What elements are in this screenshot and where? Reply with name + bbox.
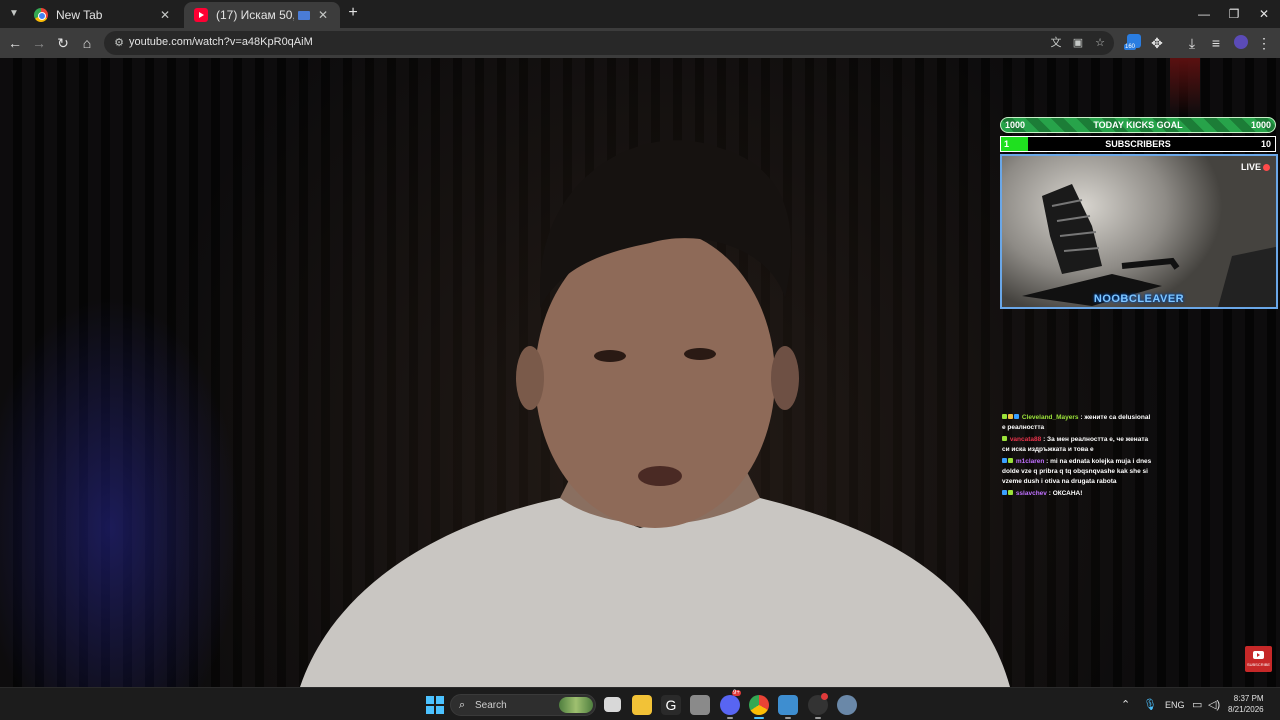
webcam-overlay: LIVE NOOBCLEAVER bbox=[1000, 154, 1278, 309]
steam-icon[interactable] bbox=[808, 693, 828, 715]
media-playing-icon[interactable] bbox=[298, 10, 310, 20]
badge-icon bbox=[1002, 490, 1007, 495]
bookmark-star-icon[interactable]: ☆ bbox=[1092, 35, 1108, 51]
tab-strip: ▼ New Tab ✕ (17) Искам 50,000 лева на ✕ … bbox=[0, 0, 1280, 28]
clock-date: 8/21/2026 bbox=[1228, 705, 1264, 714]
badge-icon bbox=[1008, 490, 1013, 495]
chat-overlay: Cleveland_Mayers : жените са delusional … bbox=[1002, 413, 1152, 501]
office-chair-image bbox=[1022, 184, 1276, 307]
running-indicator bbox=[815, 717, 821, 719]
media-control-icon[interactable]: ≡ bbox=[1206, 33, 1226, 53]
clock[interactable]: 8:37 PM 8/21/2026 bbox=[1228, 693, 1264, 715]
show-hidden-icons-icon[interactable]: ⌃ bbox=[1121, 698, 1130, 711]
chat-message: sslavchev : ОКСАНА! bbox=[1002, 489, 1152, 499]
app-g-icon[interactable]: G bbox=[661, 695, 681, 715]
extensions-puzzle-icon[interactable]: ✥ bbox=[1147, 33, 1167, 53]
menu-icon[interactable]: ⋮ bbox=[1254, 33, 1274, 53]
chat-text: ОКСАНА! bbox=[1052, 490, 1083, 497]
youtube-icon bbox=[194, 8, 208, 22]
video-player[interactable]: 1000 TODAY KICKS GOAL 1000 1 SUBSCRIBERS… bbox=[0, 58, 1280, 687]
close-icon[interactable]: ✕ bbox=[158, 8, 172, 22]
running-indicator bbox=[785, 717, 791, 719]
badge-icon bbox=[1002, 414, 1007, 419]
download-icon[interactable]: ⤓ bbox=[1182, 33, 1202, 53]
chrome-icon bbox=[34, 8, 48, 22]
restore-button[interactable]: ❐ bbox=[1218, 0, 1250, 28]
clock-time: 8:37 PM bbox=[1233, 694, 1264, 703]
badge-icon bbox=[1002, 436, 1007, 441]
taskbar-search[interactable]: ⌕ Search bbox=[450, 694, 596, 716]
subscribe-watermark-button[interactable]: SUBSCRIBE bbox=[1245, 646, 1272, 672]
back-icon[interactable]: ← bbox=[5, 33, 25, 53]
site-info-icon[interactable]: ⚙ bbox=[112, 36, 126, 50]
windows-taskbar: ⌕ Search G 9+ ⌃ 🎙 ENG ▭ ◁) 8:37 PM 8/21/… bbox=[0, 687, 1280, 720]
photos-icon[interactable] bbox=[778, 695, 798, 715]
close-icon[interactable]: ✕ bbox=[316, 8, 330, 22]
settings-icon[interactable] bbox=[837, 695, 857, 715]
running-indicator bbox=[727, 717, 733, 719]
kicks-goal-bar: 1000 TODAY KICKS GOAL 1000 bbox=[1000, 117, 1276, 133]
forward-icon[interactable]: → bbox=[29, 33, 49, 53]
translate-icon[interactable]: 文 bbox=[1048, 35, 1064, 51]
browser-window: ▼ New Tab ✕ (17) Искам 50,000 лева на ✕ … bbox=[0, 0, 1280, 720]
active-indicator bbox=[754, 717, 764, 719]
start-button[interactable] bbox=[425, 695, 445, 715]
microphone-icon[interactable]: 🎙 bbox=[1143, 698, 1157, 711]
tab-title: (17) Искам 50,000 лева на bbox=[216, 8, 294, 22]
tab-title: New Tab bbox=[56, 8, 103, 22]
new-tab-button[interactable]: + bbox=[344, 4, 362, 22]
live-indicator: LIVE bbox=[1241, 162, 1270, 172]
chat-message: vancata88 : За мен реалността е, че жена… bbox=[1002, 436, 1149, 453]
language-indicator[interactable]: ENG bbox=[1165, 700, 1185, 710]
profile-avatar[interactable] bbox=[1234, 35, 1248, 49]
chat-message: Cleveland_Mayers : жените са delusional … bbox=[1002, 414, 1151, 431]
badge-icon bbox=[1008, 458, 1013, 463]
search-placeholder: Search bbox=[475, 700, 507, 711]
chat-username: m1claren bbox=[1015, 458, 1045, 465]
goal-right-value: 1000 bbox=[1250, 120, 1271, 130]
install-app-icon[interactable]: ▣ bbox=[1070, 35, 1086, 51]
store-icon[interactable] bbox=[690, 695, 710, 715]
tab-youtube-video[interactable]: (17) Искам 50,000 лева на ✕ bbox=[184, 2, 340, 28]
minimize-button[interactable]: — bbox=[1188, 0, 1220, 28]
discord-icon[interactable]: 9+ bbox=[720, 690, 741, 715]
chrome-icon[interactable] bbox=[749, 695, 769, 715]
badge-icon bbox=[1014, 414, 1019, 419]
discord-badge: 9+ bbox=[732, 690, 741, 696]
subscribers-goal: 10 bbox=[1260, 139, 1271, 149]
channel-name-logo: NOOBCLEAVER bbox=[1093, 293, 1185, 305]
tab-search-icon[interactable]: ▼ bbox=[4, 4, 24, 24]
tab-new-tab[interactable]: New Tab ✕ bbox=[24, 2, 182, 28]
streamer-video-frame bbox=[300, 140, 1010, 687]
reload-icon[interactable]: ↻ bbox=[53, 33, 73, 53]
address-bar[interactable]: ⚙ youtube.com/watch?v=a48KpR0qAiM 文 ▣ ☆ bbox=[104, 31, 1114, 55]
notification-badge bbox=[821, 693, 828, 700]
search-highlight-image bbox=[559, 697, 593, 713]
subscribers-goal-bar: 1 SUBSCRIBERS 10 bbox=[1000, 136, 1276, 152]
badge-icon bbox=[1008, 414, 1013, 419]
search-icon: ⌕ bbox=[459, 699, 466, 711]
volume-icon[interactable]: ◁) bbox=[1208, 698, 1220, 711]
chat-username: Cleveland_Mayers bbox=[1021, 414, 1079, 421]
close-window-button[interactable]: ✕ bbox=[1248, 0, 1280, 28]
file-explorer-icon[interactable] bbox=[632, 695, 652, 715]
task-view-icon[interactable] bbox=[604, 697, 621, 712]
toolbar: ← → ↻ ⌂ ⚙ youtube.com/watch?v=a48KpR0qAi… bbox=[0, 28, 1280, 58]
extension-icon[interactable]: 160 bbox=[1124, 34, 1141, 50]
home-icon[interactable]: ⌂ bbox=[77, 33, 97, 53]
extension-badge: 160 bbox=[1124, 44, 1137, 50]
chat-username: sslavchev bbox=[1015, 490, 1047, 497]
network-icon[interactable]: ▭ bbox=[1192, 698, 1202, 711]
chat-message: m1claren : mi na ednata kolejka muja i d… bbox=[1002, 458, 1152, 485]
goal-label: TODAY KICKS GOAL bbox=[1093, 120, 1183, 130]
subscribe-label: SUBSCRIBE bbox=[1246, 662, 1271, 667]
badge-icon bbox=[1002, 458, 1007, 463]
url-text[interactable]: youtube.com/watch?v=a48KpR0qAiM bbox=[129, 36, 313, 48]
chat-username: vancata88 bbox=[1009, 436, 1042, 443]
subscribers-label: SUBSCRIBERS bbox=[1105, 139, 1171, 149]
youtube-icon bbox=[1253, 651, 1264, 659]
